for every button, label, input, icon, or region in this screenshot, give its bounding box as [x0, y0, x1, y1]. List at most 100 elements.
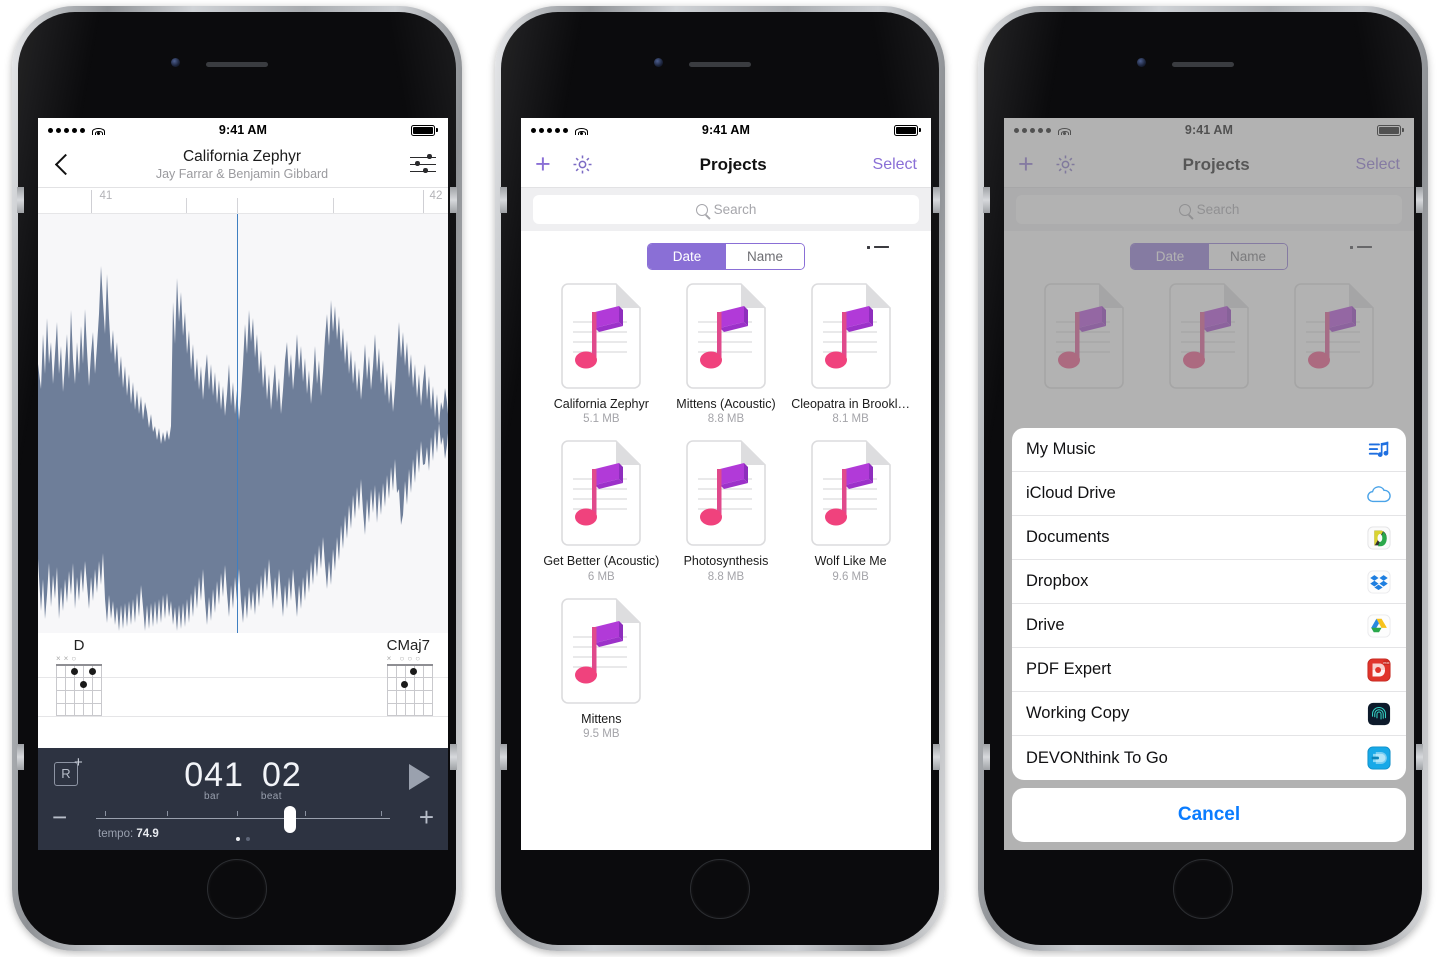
project-name: Photosynthesis — [683, 554, 769, 569]
working-copy-icon — [1366, 701, 1392, 727]
page-title: Projects — [699, 154, 767, 174]
music-document-icon — [557, 597, 645, 705]
chord-diagram[interactable]: CMaj7 × ○○○ — [386, 637, 436, 716]
action-sheet-item-working-copy[interactable]: Working Copy — [1012, 692, 1406, 736]
play-icon[interactable] — [409, 764, 430, 790]
action-label: My Music — [1026, 440, 1096, 458]
project-name: Wolf Like Me — [814, 554, 887, 569]
action-label: DEVONthink To Go — [1026, 748, 1168, 767]
project-cell[interactable]: Mittens (Acoustic) 8.8 MB — [664, 282, 789, 425]
project-cell[interactable]: Cleopatra in Brookl… 8.1 MB — [788, 282, 913, 425]
antenna-nub — [450, 744, 457, 770]
bar-label: bar — [204, 791, 220, 802]
project-size: 8.8 MB — [707, 413, 745, 426]
list-view-icon[interactable] — [867, 246, 889, 262]
action-sheet-item-icloud-drive[interactable]: iCloud Drive — [1012, 472, 1406, 516]
home-button[interactable] — [1173, 859, 1233, 919]
sliders-icon[interactable] — [410, 154, 436, 176]
project-cell[interactable]: Photosynthesis 8.8 MB — [664, 439, 789, 583]
cancel-button[interactable]: Cancel — [1012, 788, 1406, 842]
page-indicator[interactable] — [38, 828, 448, 846]
three-phone-screenshot: 9:41 AM California Zephyr Jay Farrar & B… — [0, 0, 1440, 957]
search-bar-container: Search — [521, 188, 931, 231]
project-cell[interactable]: Mittens 9.5 MB — [539, 597, 664, 740]
gear-icon[interactable] — [571, 153, 594, 176]
project-size: 8.1 MB — [832, 413, 869, 426]
beat-label: beat — [260, 791, 282, 802]
google-drive-icon — [1366, 613, 1392, 639]
antenna-nub — [983, 187, 990, 213]
icloud-drive-icon — [1366, 481, 1392, 507]
tempo-slider[interactable] — [96, 805, 390, 833]
action-label: Drive — [1026, 616, 1065, 634]
bar-ruler[interactable]: 41 42 — [38, 188, 448, 214]
sort-segmented-control[interactable]: Date Name — [647, 243, 805, 270]
phone-body: 9:41 AM California Zephyr Jay Farrar & B… — [17, 12, 457, 945]
pdf-expert-icon: PDF — [1366, 657, 1392, 683]
antenna-nub — [500, 187, 507, 213]
action-sheet: My Music iCloud Drive Documents Dropbox … — [1012, 428, 1406, 842]
search-placeholder: Search — [713, 202, 757, 217]
front-camera-icon — [171, 58, 180, 67]
phone-body: 9:41 AM + Projects Select — [983, 12, 1423, 945]
project-size: 5.1 MB — [583, 413, 620, 426]
action-sheet-item-documents[interactable]: Documents — [1012, 516, 1406, 560]
antenna-nub — [17, 744, 24, 770]
action-sheet-item-pdf-expert[interactable]: PDF Expert PDF — [1012, 648, 1406, 692]
chord-strip: D ××○ CMaj7 × ○○○ — [38, 633, 448, 717]
dropbox-icon — [1366, 569, 1392, 595]
bar-value: 041 — [184, 756, 244, 794]
back-chevron-icon[interactable] — [50, 153, 74, 177]
home-button[interactable] — [207, 859, 267, 919]
chord-open-marks: ××○ — [56, 654, 80, 663]
home-button[interactable] — [690, 859, 750, 919]
ruler-label: 41 — [99, 190, 113, 202]
tab-sort-name[interactable]: Name — [726, 244, 804, 269]
chord-open-marks: × ○○○ — [386, 654, 424, 663]
status-bar: 9:41 AM — [38, 118, 448, 142]
action-sheet-item-devonthink[interactable]: DEVONthink To Go — [1012, 736, 1406, 780]
tempo-decrease-button[interactable]: − — [52, 804, 67, 830]
phone-3-screen: 9:41 AM + Projects Select — [1004, 118, 1414, 850]
phone-body: 9:41 AM + Projects Select — [500, 12, 940, 945]
project-cell[interactable]: Get Better (Acoustic) 6 MB — [539, 439, 664, 583]
action-sheet-item-dropbox[interactable]: Dropbox — [1012, 560, 1406, 604]
projects-navbar: + Projects Select — [521, 142, 931, 188]
ruler-label: 42 — [429, 190, 443, 202]
action-sheet-list: My Music iCloud Drive Documents Dropbox … — [1012, 428, 1406, 780]
status-clock: 9:41 AM — [701, 123, 751, 137]
project-size: 8.8 MB — [707, 570, 745, 583]
earpiece-speaker — [206, 62, 268, 67]
project-cell[interactable]: California Zephyr 5.1 MB — [539, 282, 664, 425]
front-camera-icon — [1137, 58, 1146, 67]
phone-2-projects: 9:41 AM + Projects Select Search Date Na… — [495, 6, 945, 951]
position-counter[interactable]: 041 02 bar beat — [38, 756, 448, 802]
action-label: iCloud Drive — [1026, 484, 1116, 502]
tempo-increase-button[interactable]: + — [419, 804, 434, 830]
select-button[interactable]: Select — [873, 156, 917, 174]
waveform-display[interactable] — [38, 214, 448, 633]
antenna-nub — [1416, 187, 1423, 213]
project-cell[interactable]: Wolf Like Me 9.6 MB — [788, 439, 913, 583]
editor-navbar: California Zephyr Jay Farrar & Benjamin … — [38, 142, 448, 188]
fretboard-grid — [56, 664, 102, 716]
tab-sort-date[interactable]: Date — [648, 244, 726, 269]
waveform-shape — [38, 266, 448, 631]
project-name: Get Better (Acoustic) — [543, 554, 660, 569]
music-document-icon — [807, 439, 895, 547]
action-sheet-item-my-music[interactable]: My Music — [1012, 428, 1406, 472]
fretboard-grid — [386, 664, 433, 716]
phone-1-editor: 9:41 AM California Zephyr Jay Farrar & B… — [12, 6, 462, 951]
music-document-icon — [557, 439, 645, 547]
project-name: Mittens — [581, 711, 622, 726]
antenna-nub — [500, 744, 507, 770]
music-document-icon — [682, 439, 770, 547]
action-sheet-item-drive[interactable]: Drive — [1012, 604, 1406, 648]
search-input[interactable]: Search — [533, 195, 919, 224]
music-document-icon — [682, 282, 770, 390]
playhead-indicator[interactable] — [236, 214, 239, 633]
add-project-button[interactable]: + — [535, 151, 551, 178]
project-size: 9.6 MB — [832, 570, 869, 583]
chord-diagram[interactable]: D ××○ — [56, 637, 102, 716]
song-title: California Zephyr — [182, 148, 302, 166]
